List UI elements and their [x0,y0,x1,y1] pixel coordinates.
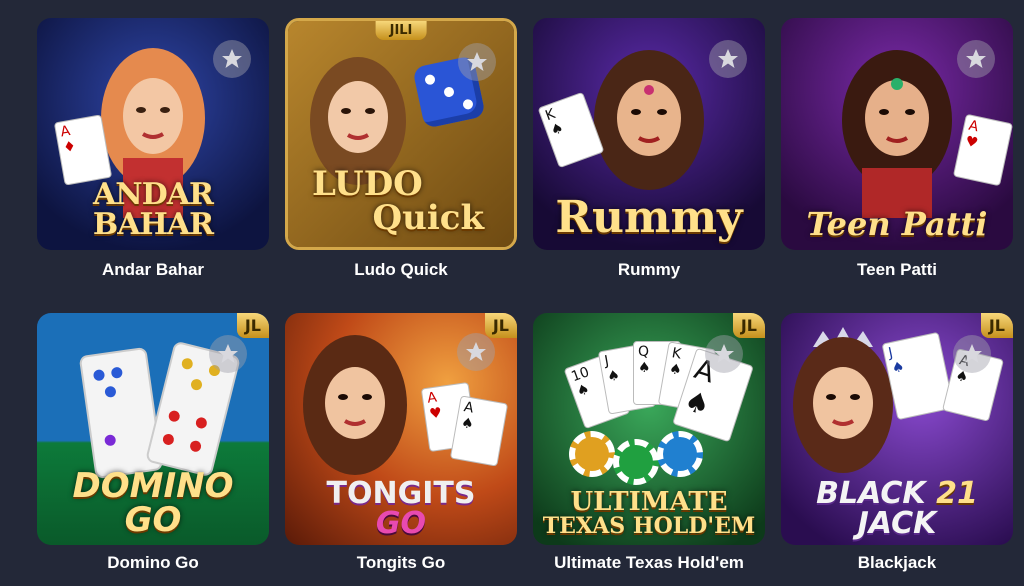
game-logo-line2: TEXAS HOLD'EM [542,513,756,539]
brand-badge: JL [484,313,517,338]
brand-badge: JL [236,313,269,338]
game-title[interactable]: Teen Patti [781,260,1013,280]
game-title[interactable]: Rummy [533,260,765,280]
game-logo-line1: DOMINO [72,466,234,506]
game-logo: ANDAR BAHAR [92,177,214,242]
casino-chip-icon [569,431,615,477]
game-title[interactable]: Domino Go [37,553,269,573]
game-logo-line2: JACK [857,506,937,541]
game-logo-line2: GO [124,500,182,540]
game-thumbnail[interactable]: A ♥ Teen Patti [781,18,1013,250]
star-icon[interactable] [709,40,747,78]
game-title[interactable]: Ludo Quick [285,260,517,280]
game-title[interactable]: Andar Bahar [37,260,269,280]
game-title[interactable]: Tongits Go [285,553,517,573]
game-thumbnail[interactable]: A ♥ A ♠ JL TONGITS GO [285,313,517,545]
game-logo: BLACK 21 JACK [781,479,1013,539]
star-icon[interactable] [457,333,495,371]
star-icon[interactable] [953,335,991,373]
star-icon[interactable] [957,40,995,78]
game-logo-line1: TONGITS [326,476,476,511]
star-icon[interactable] [458,43,496,81]
game-thumbnail[interactable]: JL DOMINO GO [37,313,269,545]
star-icon[interactable] [705,335,743,373]
game-logo-line1: BLACK 21 [781,479,1013,509]
game-logo: Teen Patti [806,205,988,243]
game-logo-line2: GO [375,506,427,541]
game-thumbnail[interactable]: JILI LUDO Quick [285,18,517,250]
game-logo: ULTIMATE TEXAS HOLD'EM [533,489,765,537]
brand-badge: JILI [375,21,427,40]
star-icon[interactable] [213,40,251,78]
game-title[interactable]: Ultimate Texas Hold'em [533,553,765,573]
game-logo-line2: Quick [372,198,484,238]
game-grid: A ♦ ANDAR BAHAR Andar Bahar JILI LUDO Qu… [0,0,1024,586]
game-logo: Rummy [555,192,743,243]
game-thumbnail[interactable]: 10 ♠ J ♠ Q ♠ K ♠ A ♠ JL ULTIMATE TEXAS HOLD'E… [533,313,765,545]
game-logo-line1: ULTIMATE [570,487,728,517]
game-thumbnail[interactable]: J ♠ A ♠ JL BLACK 21 JACK [781,313,1013,545]
game-title[interactable]: Blackjack [781,553,1013,573]
game-logo: TONGITS GO [285,479,517,539]
game-thumbnail[interactable]: K ♠ Rummy [533,18,765,250]
game-logo-line1: LUDO [312,164,423,204]
game-logo-number: 21 [936,476,978,511]
game-thumbnail[interactable]: A ♦ ANDAR BAHAR [37,18,269,250]
game-logo: LUDO Quick [288,167,514,235]
brand-badge: JL [980,313,1013,338]
casino-chip-icon [613,439,659,485]
casino-chip-icon [657,431,703,477]
game-logo: DOMINO GO [37,469,269,537]
brand-badge: JL [732,313,765,338]
character-illustration [832,48,962,218]
star-icon[interactable] [209,335,247,373]
